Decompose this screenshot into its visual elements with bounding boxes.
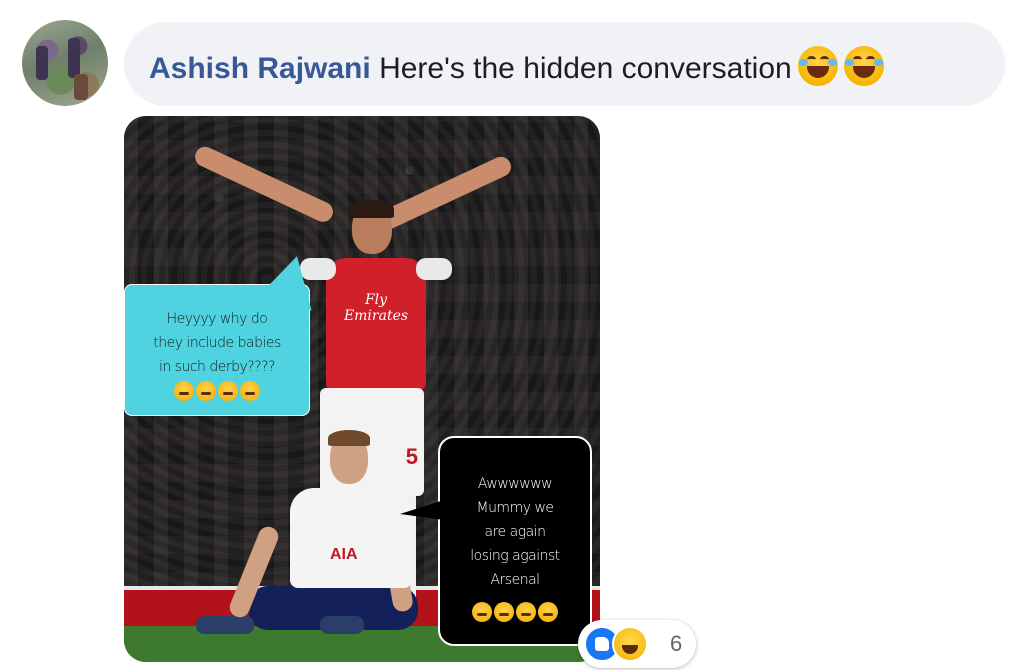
tears-of-joy-emoji-icon (843, 46, 884, 86)
avatar-figure (36, 46, 48, 80)
speech-line: are again (484, 524, 546, 540)
reaction-count: 6 (670, 631, 683, 656)
speech-line: losing against (470, 548, 560, 564)
angry-face-icon (218, 381, 238, 401)
speech-line: in such derby???? (158, 359, 276, 375)
reaction-summary[interactable]: 6 (578, 620, 696, 668)
crying-emoji-row (440, 602, 590, 627)
speech-line: Mummy we (476, 500, 554, 516)
crying-face-icon (472, 602, 492, 622)
tears-of-joy-emoji-icon (797, 46, 838, 86)
avatar-figure (68, 38, 80, 78)
crying-face-icon (538, 602, 558, 622)
haha-reaction-icon (612, 626, 648, 662)
comment-author[interactable]: Ashish Rajwani (149, 52, 371, 85)
speech-text-bottom: Awwwwww Mummy we are again losing agains… (446, 472, 584, 592)
comment-line: Ashish Rajwani Here's the hidden convers… (149, 46, 884, 87)
speech-line: Arsenal (490, 572, 540, 588)
speech-line: they include babies (153, 335, 281, 351)
shirt-number: 5 (405, 444, 418, 469)
speech-line: Awwwwww (477, 476, 553, 492)
crying-face-icon (516, 602, 536, 622)
comment-bubble: Ashish Rajwani Here's the hidden convers… (124, 22, 1005, 106)
shirt-sponsor: Fly Emirates (343, 292, 409, 324)
crying-face-icon (494, 602, 514, 622)
angry-face-icon (174, 381, 194, 401)
other-shirt-sponsor: AIA (330, 546, 358, 563)
speech-line: Heyyyy why do (166, 311, 268, 327)
meme-image[interactable]: Fly Emirates 5 AIA Heyyyy why do they in… (124, 116, 600, 662)
angry-face-icon (240, 381, 260, 401)
avatar-figure (74, 74, 88, 100)
comment-text: Here's the hidden conversation (379, 52, 792, 85)
angry-emoji-row (125, 381, 309, 406)
angry-face-icon (196, 381, 216, 401)
speech-text-top: Heyyyy why do they include babies in suc… (131, 307, 303, 379)
speech-bubble-bottom: Awwwwww Mummy we are again losing agains… (400, 436, 592, 646)
commenter-avatar[interactable] (22, 20, 108, 106)
speech-bubble-top: Heyyyy why do they include babies in suc… (124, 251, 332, 416)
